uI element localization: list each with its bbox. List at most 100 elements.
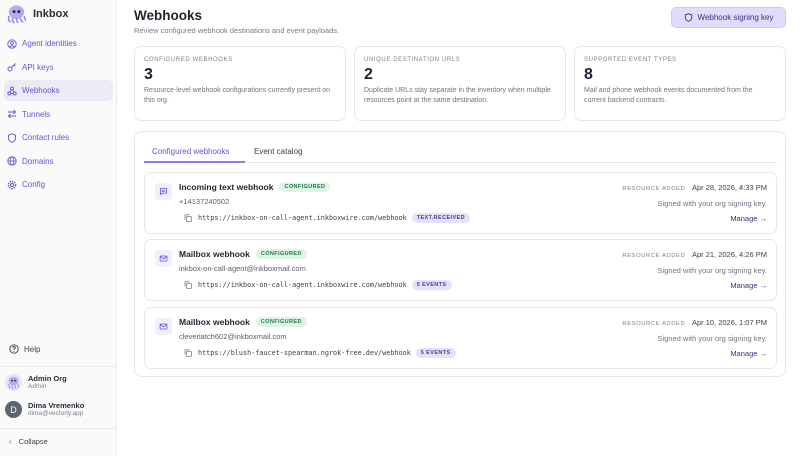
shield-icon (684, 13, 692, 22)
sidebar-item-domains[interactable]: Domains (4, 151, 113, 172)
sidebar-item-webhooks[interactable]: Webhooks (4, 80, 113, 101)
manage-link[interactable]: Manage → (730, 281, 767, 290)
sidebar-item-label: API keys (22, 62, 54, 72)
stat-label: SUPPORTED EVENT TYPES (584, 57, 677, 63)
user-avatar: D (5, 401, 22, 418)
gear-icon (7, 180, 17, 190)
signing-note: Signed with your org signing key. (657, 199, 767, 208)
org-name: Admin Org (28, 374, 67, 384)
org-role: Admin (28, 383, 47, 391)
stat-description: Mail and phone webhook events documented… (584, 87, 753, 105)
copy-icon[interactable] (184, 349, 192, 357)
resource-added-date: Apr 28, 2026, 4:33 PM (691, 183, 767, 192)
status-badge: CONFIGURED (255, 317, 307, 327)
webhook-url: https://inkbox-on-call-agent.inkboxwire.… (198, 281, 407, 289)
status-badge: CONFIGURED (279, 182, 331, 192)
brand[interactable]: Inkbox (5, 4, 68, 24)
stat-card-unique-urls: UNIQUE DESTINATION URLS 2 Duplicate URLs… (354, 46, 566, 121)
copy-icon[interactable] (184, 281, 192, 289)
stat-card-event-types: SUPPORTED EVENT TYPES 8 Mail and phone w… (574, 46, 786, 121)
sidebar: Inkbox Agent identities API keys Webhook… (0, 0, 117, 456)
user-circle-icon (7, 38, 17, 49)
sidebar-item-api-keys[interactable]: API keys (4, 57, 113, 78)
key-icon (7, 62, 17, 72)
stat-description: Duplicate URLs stay separate in the inve… (364, 87, 551, 105)
stat-label: UNIQUE DESTINATION URLS (364, 57, 461, 63)
stat-value: 8 (584, 66, 593, 83)
sidebar-item-label: Domains (22, 156, 54, 166)
collapse-button[interactable]: ‹ Collapse (9, 437, 48, 446)
events-badge: 5 EVENTS (411, 280, 452, 290)
sidebar-item-label: Agent identities (22, 39, 77, 48)
user-name: Dima Vremenko (28, 401, 85, 411)
resource-added-date: Apr 21, 2026, 4:26 PM (691, 250, 767, 259)
signing-note: Signed with your org signing key. (657, 334, 767, 343)
stats-row: CONFIGURED WEBHOOKS 3 Resource-level web… (134, 46, 786, 121)
webhook-title: Mailbox webhook (179, 249, 250, 259)
events-badge: TEXT.RECEIVED (411, 213, 470, 223)
mail-icon (155, 250, 172, 267)
status-badge: CONFIGURED (255, 249, 307, 259)
sidebar-item-contact-rules[interactable]: Contact rules (4, 127, 113, 148)
webhook-url: https://blush-faucet-spearman.ngrok-free… (198, 349, 411, 357)
signing-key-label: Webhook signing key (697, 13, 774, 22)
webhook-card[interactable]: Mailbox webhook CONFIGURED inkbox-on-cal… (144, 239, 777, 301)
resource-added-date: Apr 10, 2026, 1:07 PM (691, 318, 767, 327)
collapse-label: Collapse (18, 437, 48, 446)
sidebar-item-agent-identities[interactable]: Agent identities (4, 33, 113, 54)
active-tab-indicator (144, 161, 245, 163)
webhook-resource: cleverlatch602@inkboxmail.com (179, 332, 287, 341)
help-label: Help (24, 344, 41, 354)
webhook-title: Mailbox webhook (179, 317, 250, 327)
page-title: Webhooks (134, 8, 203, 23)
sidebar-item-label: Webhooks (22, 86, 60, 95)
webhook-card[interactable]: Mailbox webhook CONFIGURED cleverlatch60… (144, 307, 777, 369)
webhook-url: https://inkbox-on-call-agent.inkboxwire.… (198, 214, 407, 222)
user-email: dima@vectorly.app (28, 410, 84, 418)
brand-name: Inkbox (33, 8, 69, 20)
chevron-left-icon: ‹ (9, 437, 12, 446)
sidebar-nav: Agent identities API keys Webhooks Tunne… (0, 33, 117, 198)
page-subtitle: Review configured webhook destinations a… (134, 26, 340, 35)
copy-icon[interactable] (184, 214, 192, 222)
user-menu[interactable]: D Dima Vremenko dima@vectorly.app (5, 401, 84, 418)
resource-added-label: RESOURCE ADDED (622, 253, 686, 259)
stat-card-configured: CONFIGURED WEBHOOKS 3 Resource-level web… (134, 46, 346, 121)
stat-description: Resource-level webhook configurations cu… (144, 87, 330, 105)
org-switcher[interactable]: Admin Org Admin (5, 374, 67, 391)
tab-configured-webhooks[interactable]: Configured webhooks (152, 147, 229, 156)
events-badge: 5 EVENTS (415, 348, 456, 358)
resource-added-label: RESOURCE ADDED (622, 321, 686, 327)
message-icon (155, 183, 172, 200)
tab-bar: Configured webhooks Event catalog (144, 143, 777, 163)
resource-added-label: RESOURCE ADDED (622, 186, 686, 192)
org-avatar (5, 374, 22, 391)
sidebar-divider (0, 366, 117, 367)
sidebar-item-tunnels[interactable]: Tunnels (4, 104, 113, 125)
sidebar-item-label: Contact rules (22, 133, 70, 142)
globe-icon (7, 156, 17, 166)
webhook-resource: inkbox-on-call-agent@inkboxmail.com (179, 264, 306, 273)
manage-link[interactable]: Manage → (730, 214, 767, 223)
stat-label: CONFIGURED WEBHOOKS (144, 57, 233, 63)
mail-icon (155, 318, 172, 335)
help-circle-icon (9, 344, 19, 354)
sidebar-divider (0, 428, 117, 429)
webhook-title: Incoming text webhook (179, 182, 274, 192)
sidebar-item-config[interactable]: Config (4, 174, 113, 195)
stat-value: 3 (144, 66, 153, 83)
sidebar-item-label: Tunnels (22, 109, 51, 119)
webhook-icon (7, 86, 17, 96)
shield-icon (7, 132, 17, 143)
manage-link[interactable]: Manage → (730, 349, 767, 358)
octopus-logo-icon (7, 5, 27, 24)
tab-event-catalog[interactable]: Event catalog (254, 147, 302, 156)
webhook-signing-key-button[interactable]: Webhook signing key (671, 7, 786, 28)
sidebar-item-label: Config (22, 180, 46, 189)
webhook-card[interactable]: Incoming text webhook CONFIGURED +141372… (144, 172, 777, 234)
tunnel-arrows-icon (7, 109, 17, 119)
stat-value: 2 (364, 66, 373, 83)
webhook-resource: +14137240502 (179, 197, 230, 206)
help-link[interactable]: Help (9, 344, 40, 354)
octopus-avatar-icon (5, 374, 22, 391)
